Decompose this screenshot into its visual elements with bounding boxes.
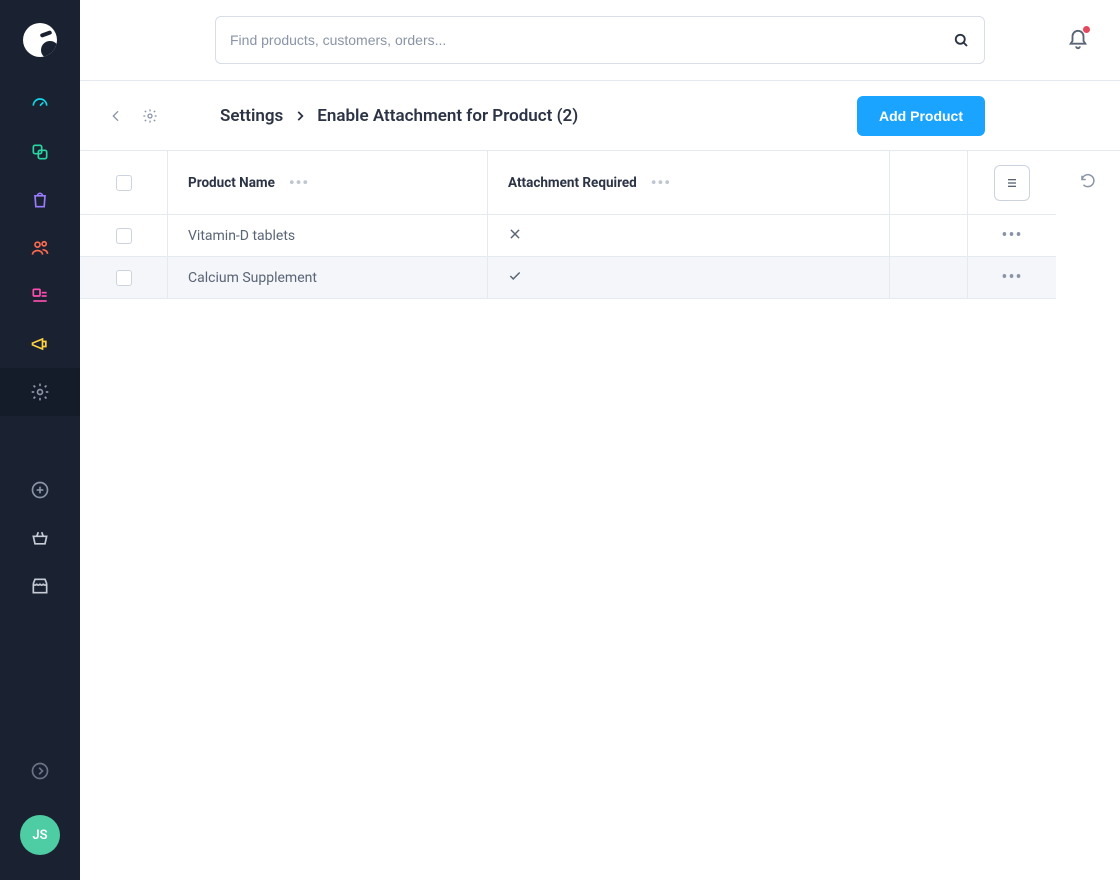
- sidebar-item-marketing[interactable]: [0, 320, 80, 368]
- breadcrumb: Settings Enable Attachment for Product (…: [220, 106, 578, 126]
- add-product-button[interactable]: Add Product: [857, 96, 985, 136]
- chevron-left-icon: [108, 108, 124, 124]
- reset-button[interactable]: [1079, 172, 1097, 194]
- page-settings-button[interactable]: [136, 102, 164, 130]
- table-row[interactable]: Vitamin-D tablets •••: [80, 215, 1056, 257]
- gear-icon: [142, 108, 158, 124]
- gauge-icon: [30, 94, 50, 114]
- column-options-attachment-required[interactable]: •••: [651, 175, 671, 191]
- basket-icon: [30, 528, 50, 548]
- select-all-checkbox[interactable]: [116, 175, 132, 191]
- breadcrumb-current: Enable Attachment for Product (2): [317, 106, 578, 126]
- users-icon: [30, 238, 50, 258]
- column-header-attachment-required[interactable]: Attachment Required: [508, 175, 637, 191]
- avatar[interactable]: JS: [20, 815, 60, 855]
- main: Settings Enable Attachment for Product (…: [80, 0, 1120, 880]
- chevron-right-icon: [293, 109, 307, 123]
- sidebar-item-add[interactable]: [0, 466, 80, 514]
- back-button[interactable]: [102, 102, 130, 130]
- sidebar-item-shopping[interactable]: [0, 514, 80, 562]
- sidebar-item-orders[interactable]: [0, 176, 80, 224]
- row-actions-button[interactable]: •••: [1001, 225, 1022, 246]
- layout-icon: [30, 286, 50, 306]
- table-columns-button[interactable]: [994, 165, 1030, 201]
- sidebar-item-dashboard[interactable]: [0, 80, 80, 128]
- data-table: Product Name ••• Attachment Required •••: [80, 150, 1120, 299]
- undo-icon: [1079, 172, 1097, 190]
- brand-logo-icon: [23, 23, 57, 57]
- primary-nav: [0, 80, 80, 416]
- search-icon: [952, 31, 970, 49]
- topbar: [80, 0, 1120, 80]
- logo[interactable]: [0, 0, 80, 80]
- store-icon: [30, 576, 50, 596]
- sidebar-item-collapse[interactable]: [0, 747, 80, 795]
- x-icon: [508, 227, 522, 245]
- check-icon: [508, 269, 522, 287]
- page-header: Settings Enable Attachment for Product (…: [80, 80, 1120, 150]
- table-row[interactable]: Calcium Supplement •••: [80, 257, 1056, 299]
- list-icon: [1004, 175, 1020, 191]
- breadcrumb-root[interactable]: Settings: [220, 106, 283, 126]
- sidebar-item-settings[interactable]: [0, 368, 80, 416]
- sidebar-item-customers[interactable]: [0, 224, 80, 272]
- sidebar-item-storefront[interactable]: [0, 562, 80, 610]
- row-checkbox[interactable]: [116, 270, 132, 286]
- sidebar-item-content[interactable]: [0, 272, 80, 320]
- column-options-product-name[interactable]: •••: [289, 175, 309, 191]
- table-gutter: [1056, 151, 1120, 299]
- copy-icon: [30, 142, 50, 162]
- notifications-button[interactable]: [1060, 22, 1096, 58]
- row-actions-button[interactable]: •••: [1001, 267, 1022, 288]
- sidebar: JS: [0, 0, 80, 880]
- megaphone-icon: [30, 334, 50, 354]
- search-input[interactable]: [230, 32, 952, 48]
- plus-circle-icon: [30, 480, 50, 500]
- cell-product-name: Calcium Supplement: [188, 270, 317, 286]
- global-search[interactable]: [215, 16, 985, 64]
- row-checkbox[interactable]: [116, 228, 132, 244]
- sidebar-item-catalogues[interactable]: [0, 128, 80, 176]
- cell-product-name: Vitamin-D tablets: [188, 228, 295, 244]
- notification-dot: [1083, 26, 1090, 33]
- secondary-nav: [0, 466, 80, 610]
- chevron-right-circle-icon: [30, 761, 50, 781]
- gear-icon: [30, 382, 50, 402]
- bag-icon: [30, 190, 50, 210]
- column-header-product-name[interactable]: Product Name: [188, 175, 275, 191]
- table-header-row: Product Name ••• Attachment Required •••: [80, 151, 1056, 215]
